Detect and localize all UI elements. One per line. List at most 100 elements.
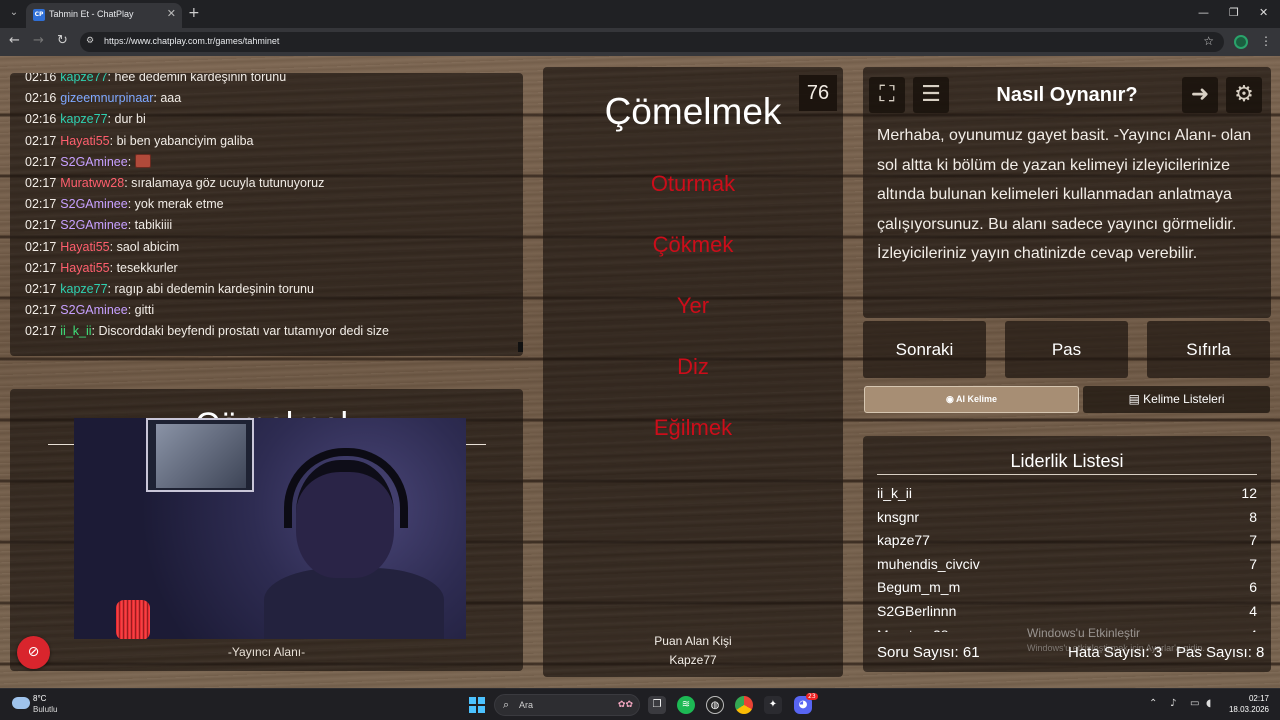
webcam-poster (146, 418, 254, 492)
target-word: Çömelmek (604, 91, 782, 132)
chat-username[interactable]: S2GAminee (60, 218, 127, 232)
forbidden-word: Çökmek (652, 232, 734, 257)
chat-username[interactable]: kapze77 (60, 112, 107, 126)
reload-icon[interactable]: ↻ (57, 34, 68, 48)
volume-icon[interactable]: ◖ (1206, 698, 1211, 709)
back-icon[interactable]: ← (9, 34, 20, 48)
chat-username[interactable]: Hayati55 (60, 240, 109, 254)
chat-scrollbar[interactable] (518, 342, 523, 352)
obs-icon[interactable]: ◍ (706, 696, 724, 714)
leaderboard-row: ii_k_ii 12 (877, 482, 1257, 506)
pass-button[interactable]: Pas (1005, 321, 1128, 378)
robot-icon: ◉ (945, 394, 956, 404)
leaderboard-score: 4 (1249, 602, 1257, 619)
clipboard-icon: ▤ (1128, 392, 1144, 406)
leaderboard-score: 12 (1241, 485, 1257, 501)
start-windows-icon[interactable] (469, 697, 485, 713)
window-close-icon[interactable]: ✕ (1259, 6, 1268, 19)
chrome-icon[interactable] (735, 696, 753, 714)
browser-tab[interactable]: CP Tahmin Et - ChatPlay ✕ (26, 3, 182, 28)
chat-message: 02:17 S2GAminee: yok merak etme (25, 194, 523, 215)
tab-search-icon[interactable]: ⌄ (6, 5, 22, 21)
ai-word-button[interactable]: ◉ AI Kelime (864, 386, 1079, 413)
chat-timestamp: 02:17 (25, 303, 57, 318)
minimize-icon[interactable]: — (1198, 6, 1209, 19)
forward-icon[interactable]: → (33, 34, 44, 48)
chat-message: 02:17 kapze77: ragıp abi dedemin kardeşin… (25, 279, 523, 300)
chat-message: 02:16 kapze77: hee dedemin kardeşinin tor… (25, 73, 523, 88)
leaderboard-score: 6 (1249, 579, 1257, 596)
spotify-icon[interactable]: ≋ (677, 696, 695, 714)
new-tab-icon[interactable]: + (188, 5, 200, 21)
leaderboard-title: Liderlik Listesi (1010, 451, 1124, 471)
discord-badge: 23 (806, 693, 818, 700)
chat-message: 02:17 Hayati55: tesekkurler (25, 258, 523, 279)
network-icon[interactable]: ▭ (1190, 698, 1199, 709)
chat-username[interactable]: Muratww28 (60, 176, 124, 190)
chat-text: tesekkurler (116, 260, 178, 275)
chat-username[interactable]: ii_k_ii (60, 324, 91, 338)
url-text[interactable]: https://www.chatplay.com.tr/games/tahmin… (104, 36, 279, 46)
chat-text: Discorddaki beyfendi prostatı var tutamı… (98, 324, 389, 339)
leaderboard-row: S2GBerlinnn 4 (877, 600, 1257, 624)
chat-text: saol abicim (116, 239, 180, 254)
chat-username[interactable]: kapze77 (60, 73, 107, 84)
chat-timestamp: 02:17 (25, 324, 57, 339)
tab-title: Tahmin Et - ChatPlay (49, 9, 134, 19)
clock-date[interactable]: 18.03.2026 (1224, 705, 1269, 714)
leaderboard-score: 7 (1249, 532, 1257, 549)
browser-menu-icon[interactable]: ⋮ (1260, 34, 1272, 48)
weather-temp[interactable]: 8°C (33, 694, 46, 703)
chat-timestamp: 02:17 (25, 239, 57, 254)
tray-chevron-icon[interactable]: ⌃ (1149, 698, 1157, 709)
chat-username[interactable]: Hayati55 (60, 134, 109, 148)
tab-close-icon[interactable]: ✕ (167, 7, 176, 20)
chat-text: yok merak etme (134, 197, 224, 212)
question-count: Soru Sayısı: 61 (877, 644, 980, 661)
maximize-icon[interactable]: ❐ (1229, 6, 1239, 19)
bookmark-star-icon[interactable]: ☆ (1203, 34, 1214, 48)
microphone-icon[interactable]: ♪ (1170, 698, 1176, 709)
chat-timestamp: 02:17 (25, 260, 57, 275)
scorer-name: Kapze77 (669, 653, 717, 667)
word-card: 76 Çömelmek Oturmak Çökmek Yer Diz Eğilm… (543, 67, 843, 677)
chat-timestamp: 02:16 (25, 73, 57, 84)
chat-text: ragıp abi dedemin kardeşinin torunu (114, 281, 314, 296)
word-lists-button[interactable]: ▤ Kelime Listeleri (1083, 386, 1270, 413)
exit-icon[interactable]: ➜ (1182, 77, 1218, 113)
cloud-icon[interactable] (12, 697, 30, 709)
chat-username[interactable]: S2GAminee (60, 197, 127, 211)
chat-timestamp: 02:17 (25, 133, 57, 148)
leaderboard-name: Begum_m_m (877, 579, 961, 596)
leaderboard-row: knsgnr 8 (877, 506, 1257, 530)
next-button[interactable]: Sonraki (863, 321, 986, 378)
how-to-play-text: Merhaba, oyunumuz gayet basit. -Yayıncı … (877, 127, 1252, 263)
chat-username[interactable]: kapze77 (60, 282, 107, 296)
chat-username[interactable]: S2GAminee (60, 155, 127, 169)
chat-message: 02:17 S2GAminee: gitti (25, 300, 523, 321)
leaderboard-score: 4 (1249, 624, 1257, 632)
webcam-headphones (284, 448, 408, 528)
weather-desc[interactable]: Bulutlu (33, 705, 57, 714)
search-highlight-icon: ✿✿ (617, 700, 633, 710)
chat-username[interactable]: S2GAminee (60, 303, 127, 317)
clock-time[interactable]: 02:17 (1239, 694, 1269, 703)
address-bar: ← → ↻ ⚙ https://www.chatplay.com.tr/game… (0, 28, 1280, 56)
leaderboard-list[interactable]: ii_k_ii 12 knsgnr 8 kapze77 7 muhendis_civciv 7… (877, 482, 1257, 632)
leaderboard-divider (877, 474, 1257, 475)
site-info-icon[interactable]: ⚙ (86, 36, 98, 48)
chat-username[interactable]: gizeemnurpinaar (60, 91, 153, 105)
settings-gear-icon[interactable]: ⚙ (1226, 77, 1262, 113)
taskbar-search[interactable]: ⌕ Ara ✿✿ (494, 694, 640, 716)
omnibox[interactable]: ⚙ https://www.chatplay.com.tr/games/tahm… (80, 32, 1224, 52)
chat-text: gitti (134, 303, 155, 318)
task-view-icon[interactable]: ❐ (648, 696, 666, 714)
leaderboard-score: 7 (1249, 555, 1257, 572)
chat-username[interactable]: Hayati55 (60, 261, 109, 275)
record-toggle-icon[interactable]: ⊘ (17, 636, 50, 669)
chat-list: 02:16 kapze77: hee dedemin kardeşinin tor… (25, 73, 523, 342)
app-icon[interactable]: ✦ (764, 696, 782, 714)
reset-button[interactable]: Sıfırla (1147, 321, 1270, 378)
profile-avatar[interactable] (1234, 35, 1248, 49)
chat-message: 02:17 S2GAminee: (25, 152, 523, 173)
